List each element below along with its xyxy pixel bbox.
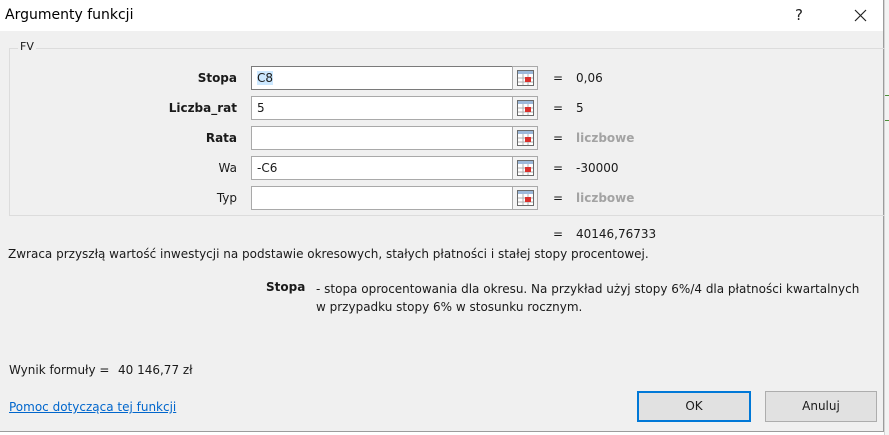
argument-input-rata[interactable]: [251, 126, 513, 150]
cancel-button[interactable]: Anuluj: [765, 391, 877, 422]
argument-help-text: - stopa oprocentowania dla okresu. Na pr…: [316, 282, 860, 314]
dialog-title: Argumenty funkcji: [5, 7, 134, 23]
range-select-button-liczba-rat[interactable]: [512, 96, 538, 120]
equals-sign: =: [553, 71, 564, 85]
argument-input-stopa[interactable]: C8: [251, 66, 513, 90]
help-button[interactable]: ?: [786, 3, 812, 27]
argument-label-typ: Typ: [216, 191, 237, 205]
argument-result-typ: liczbowe: [576, 191, 635, 205]
function-arguments-dialog: Argumenty funkcji ? FV Stopa C8 = 0,06 L…: [0, 0, 885, 432]
argument-label-stopa: Stopa: [197, 71, 237, 85]
argument-result-liczba-rat: 5: [576, 101, 584, 115]
range-select-icon: [517, 70, 534, 86]
argument-result-rata: liczbowe: [576, 131, 635, 145]
close-button[interactable]: [839, 0, 883, 31]
formula-result-label: Wynik formuły =: [9, 363, 110, 377]
argument-result-wa: -30000: [576, 161, 619, 175]
range-select-icon: [517, 130, 534, 146]
range-select-button-rata[interactable]: [512, 126, 538, 150]
range-select-icon: [517, 190, 534, 206]
title-bar[interactable]: Argumenty funkcji ?: [0, 0, 883, 31]
function-help-link[interactable]: Pomoc dotycząca tej funkcji: [9, 400, 176, 414]
range-select-button-stopa[interactable]: [512, 66, 538, 90]
range-select-button-typ[interactable]: [512, 186, 538, 210]
equals-sign: =: [553, 101, 564, 115]
formula-result-value: 40 146,77 zł: [118, 363, 193, 377]
function-name-label: FV: [18, 40, 36, 53]
close-icon: [854, 9, 867, 22]
argument-label-liczba-rat: Liczba_rat: [168, 101, 237, 115]
argument-input-typ[interactable]: [251, 186, 513, 210]
argument-label-rata: Rata: [205, 131, 237, 145]
equals-sign: =: [553, 161, 564, 175]
cell-border-line: [885, 95, 889, 96]
range-select-icon: [517, 160, 534, 176]
equals-sign: =: [553, 131, 564, 145]
range-select-button-wa[interactable]: [512, 156, 538, 180]
argument-label-wa: Wa: [218, 161, 237, 175]
function-description: Zwraca przyszłą wartość inwestycji na po…: [8, 247, 649, 261]
function-result-value: 40146,76733: [576, 227, 657, 241]
argument-input-wa[interactable]: -C6: [251, 156, 513, 180]
range-select-icon: [517, 100, 534, 116]
equals-sign: =: [553, 191, 564, 205]
ok-button[interactable]: OK: [637, 391, 751, 422]
cell-border-line: [885, 120, 889, 121]
argument-input-liczba-rat[interactable]: 5: [251, 96, 513, 120]
argument-result-stopa: 0,06: [576, 71, 603, 85]
argument-value-stopa: C8: [257, 71, 274, 85]
argument-help-name: Stopa: [266, 280, 306, 294]
equals-sign: =: [553, 227, 564, 241]
